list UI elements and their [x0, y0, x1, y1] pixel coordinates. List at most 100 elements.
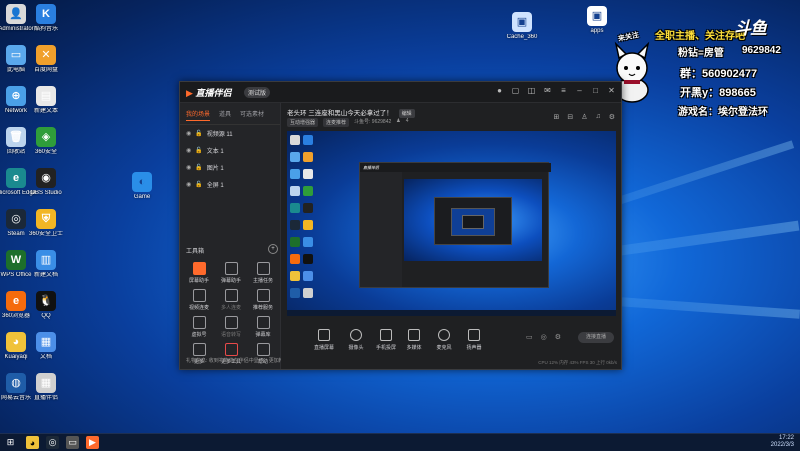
skin-icon[interactable]: ◫	[527, 86, 536, 95]
close-icon[interactable]: ✕	[607, 86, 616, 95]
toolbox-item[interactable]: 主播任务	[249, 262, 277, 284]
tab-materials[interactable]: 可选素材	[240, 109, 264, 121]
gift-icon[interactable]: ⊞	[553, 113, 559, 121]
camera-icon	[350, 329, 362, 341]
toolbox-item[interactable]: 虚拟号	[185, 316, 213, 338]
preview-icon	[290, 288, 300, 298]
desktop-icon[interactable]: 🐧 QQ	[24, 291, 68, 327]
eye-icon[interactable]: ◉	[186, 130, 191, 137]
bell-icon[interactable]: ♫	[595, 113, 600, 121]
tab-my-scenes[interactable]: 我的场景	[186, 109, 211, 121]
screen-capture-button[interactable]: 直播屏幕	[311, 329, 337, 351]
start-icon[interactable]: ⊞	[4, 436, 17, 449]
avatar-icon[interactable]: ●	[495, 86, 504, 95]
go-live-button[interactable]: 连接直播	[578, 332, 614, 343]
toolbox-item[interactable]: 多人连麦	[217, 289, 245, 311]
scene-label: 图片 1	[206, 166, 224, 172]
screen-icon[interactable]: ▢	[511, 86, 520, 95]
desktop-icon[interactable]: K 酷狗音乐	[24, 4, 68, 40]
overlay-room: 9629842	[742, 45, 781, 56]
tool-label: 屏幕助手	[188, 278, 209, 284]
app-icon: 🐧	[36, 291, 56, 311]
lock-icon[interactable]: 🔓	[195, 147, 202, 154]
toolbox-item[interactable]: 视频连麦	[185, 289, 213, 311]
eye-icon[interactable]: ◉	[186, 164, 191, 171]
record-icon[interactable]: ▭	[526, 333, 533, 341]
user-icon[interactable]: ♙	[581, 113, 587, 121]
desktop-icon[interactable]: ▦ 文档	[24, 332, 68, 368]
desktop-icon[interactable]: ▥ 新建文档	[24, 250, 68, 286]
desktop-icon[interactable]: ◐ Game	[120, 172, 164, 208]
preview-icon	[303, 203, 313, 213]
scene-item[interactable]: ◉ 🔓 视频源 11	[180, 125, 280, 142]
toolbox-item[interactable]: 弹幕助手	[217, 262, 245, 284]
taskbar-steam-icon[interactable]: ◎	[46, 436, 59, 449]
desktop-icon[interactable]: ▣ Cache_360	[500, 12, 544, 48]
eye-icon[interactable]: ◉	[186, 181, 191, 188]
overlay-follow: 全职主播、关注存吧	[655, 31, 745, 42]
toolbox-item[interactable]: 弹幕库	[249, 316, 277, 338]
app-titlebar[interactable]: ▶ 直播伴侣 测试版 ● ▢ ◫ ✉ ≡ – □ ✕	[180, 82, 621, 103]
microphone-label: 麦克风	[436, 345, 452, 351]
microphone-icon	[438, 329, 450, 341]
toolbox-item[interactable]: 推荐服务	[249, 289, 277, 311]
desktop-icon-label: 百度网盘	[33, 67, 58, 73]
lock-icon[interactable]: 🔓	[195, 130, 202, 137]
live-companion-window[interactable]: ▶ 直播伴侣 测试版 ● ▢ ◫ ✉ ≡ – □ ✕ 我的场景 道具 可选素材 …	[179, 81, 622, 370]
message-icon[interactable]: ✉	[543, 86, 552, 95]
desktop-icon-label: 直播伴侣	[33, 395, 58, 401]
link-recommend[interactable]: 连麦推荐	[323, 118, 350, 127]
toolbox-item[interactable]: 语音转写	[217, 316, 245, 338]
toolbox-item[interactable]: 屏幕助手	[185, 262, 213, 284]
menu-icon[interactable]: ≡	[559, 86, 568, 95]
taskbar-app-icon[interactable]: ◕	[26, 436, 39, 449]
app-icon: ◈	[36, 127, 56, 147]
microphone-button[interactable]: 麦克风	[431, 329, 457, 351]
media-button[interactable]: 多媒体	[401, 329, 427, 351]
desktop-icon[interactable]: ◉ OBS Studio	[24, 168, 68, 204]
app-icon: e	[6, 291, 26, 311]
lock-icon[interactable]: 🔓	[195, 164, 202, 171]
gift2-icon[interactable]: ⊟	[567, 113, 573, 121]
scene-item[interactable]: ◉ 🔓 文本 1	[180, 142, 280, 159]
system-clock[interactable]: 17:22 2022/3/3	[771, 435, 794, 449]
camera-button[interactable]: 摄像头	[343, 329, 369, 351]
toolbox-add-button[interactable]: +	[268, 244, 278, 254]
taskbar-explorer-icon[interactable]: ▭	[66, 436, 79, 449]
desktop-icon[interactable]: ◈ 360安全	[24, 127, 68, 163]
phone-cast-button[interactable]: 手机投屏	[373, 329, 399, 351]
app-icon: ▭	[6, 45, 26, 65]
edit-title-button[interactable]: 编辑	[398, 109, 415, 118]
settings-icon[interactable]: ⚙	[609, 113, 615, 121]
scene-item[interactable]: ◉ 🔓 全屏 1	[180, 176, 280, 193]
desktop-icon[interactable]: ▦ 直播伴侣	[24, 373, 68, 409]
stream-title: 老头环 三连座和黑山今天必拿过了！	[287, 110, 393, 117]
stream-preview[interactable]: 直播伴侣	[287, 131, 616, 316]
eye-icon[interactable]: ◉	[186, 147, 191, 154]
desktop-icon[interactable]: ✕ 百度网盘	[24, 45, 68, 81]
preview-icon	[290, 254, 300, 264]
stream-subinfo: 互动增强器 连麦推荐 斗鱼号: 9629842 ♟ 4	[287, 118, 409, 127]
taskbar-companion-icon[interactable]: ▶	[86, 436, 99, 449]
tab-props[interactable]: 道具	[219, 109, 231, 121]
tool-label: 推荐服务	[252, 305, 273, 311]
lock-icon[interactable]: 🔓	[195, 181, 202, 188]
desktop-icon[interactable]: ⛨ 360安全卫士	[24, 209, 68, 245]
extra-controls: ▭ ◎ ⚙	[526, 333, 561, 341]
scene-item[interactable]: ◉ 🔓 图片 1	[180, 159, 280, 176]
desktop-icon[interactable]: ▣ apps	[575, 6, 619, 42]
speaker-button[interactable]: 扬声器	[461, 329, 487, 351]
desktop-icon[interactable]: ▤ 新建文本	[24, 86, 68, 122]
tool-label: 虚拟号	[191, 332, 207, 338]
preview-icon	[303, 152, 313, 162]
viewer-icon: ♟	[396, 118, 401, 124]
nested-bottombar	[404, 265, 546, 287]
gear-icon[interactable]: ⚙	[555, 333, 561, 341]
minimize-icon[interactable]: –	[575, 86, 584, 95]
screen-capture-label: 直播屏幕	[313, 345, 334, 351]
tool-label: 视频连麦	[188, 305, 209, 311]
maximize-icon[interactable]: □	[591, 86, 600, 95]
filter-icon[interactable]: ◎	[541, 333, 547, 341]
interaction-booster[interactable]: 互动增强器	[287, 118, 319, 127]
tool-icon	[192, 262, 206, 275]
